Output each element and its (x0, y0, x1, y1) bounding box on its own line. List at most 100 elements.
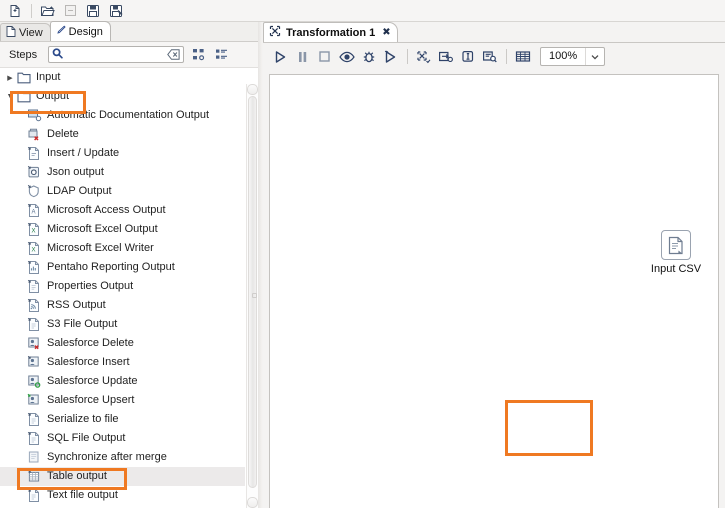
tree-item-salesforce-insert[interactable]: Salesforce Insert (0, 353, 245, 372)
chevron-down-icon[interactable]: ▼ (4, 93, 16, 100)
scroll-up-button[interactable] (247, 84, 258, 95)
tab-transformation-1[interactable]: Transformation 1 ✖ (263, 22, 398, 42)
tree-item-text-file-output[interactable]: Text file output (0, 486, 245, 505)
open-folder-icon (40, 6, 55, 16)
application-window: View Design Steps ▶ Input ▼ Output Autom… (0, 0, 725, 508)
search-box[interactable] (48, 46, 184, 63)
tree-item-rss-output[interactable]: RSS Output (0, 296, 245, 315)
tree-item-automatic-documentation-output[interactable]: Automatic Documentation Output (0, 106, 245, 125)
show-grid-icon (515, 51, 530, 62)
view-design-tabs: View Design (0, 21, 259, 42)
tree-item-serialize-to-file[interactable]: Serialize to file (0, 410, 245, 429)
insert-update-icon (26, 146, 42, 161)
ldap-output-icon (27, 184, 39, 198)
input-csv-node-label: Input CSV (650, 263, 702, 275)
toolbar-separator-2 (407, 49, 408, 64)
tree-item-delete[interactable]: Delete (0, 125, 245, 144)
tree-item-s3-file-output[interactable]: S3 File Output (0, 315, 245, 334)
transformation-icon (269, 25, 281, 40)
transformation-canvas[interactable]: Input CSV Table output (269, 74, 719, 508)
transformation-tabs: Transformation 1 ✖ (263, 22, 725, 43)
zoom-control[interactable]: 100% (540, 47, 606, 66)
pause-button[interactable] (292, 47, 313, 67)
tree-item-label: S3 File Output (47, 318, 118, 330)
impact-analysis-button[interactable] (435, 47, 456, 67)
show-last-results-button[interactable] (479, 47, 500, 67)
tree-item-label: Salesforce Update (47, 375, 138, 387)
tree-item-microsoft-excel-writer[interactable]: X Microsoft Excel Writer (0, 239, 245, 258)
tree-item-json-output[interactable]: Json output (0, 163, 245, 182)
explore-repository-button[interactable] (59, 1, 81, 21)
tree-item-salesforce-upsert[interactable]: Salesforce Upsert (0, 391, 245, 410)
sql-file-output-icon (26, 431, 42, 446)
tree-item-label: Salesforce Insert (47, 356, 130, 368)
tree-item-label: Salesforce Delete (47, 337, 134, 349)
panel-splitter[interactable] (258, 22, 262, 508)
tree-item-label: Automatic Documentation Output (47, 109, 210, 121)
tree-item-microsoft-excel-output[interactable]: X Microsoft Excel Output (0, 220, 245, 239)
salesforce-update-icon (27, 375, 40, 388)
clear-field-icon[interactable] (167, 49, 180, 60)
close-icon[interactable]: ✖ (382, 27, 390, 38)
tree-item-synchronize-after-merge[interactable]: Synchronize after merge (0, 448, 245, 467)
steps-tree[interactable]: ▶ Input ▼ Output Automatic Documentation Out… (0, 68, 245, 508)
verify-button[interactable] (413, 47, 434, 67)
tab-view[interactable]: View (0, 23, 51, 41)
tree-item-input[interactable]: ▶ Input (0, 68, 245, 87)
debug-button[interactable] (358, 47, 379, 67)
input-csv-node-box (661, 230, 691, 260)
rss-output-icon (26, 298, 42, 313)
input-csv-node[interactable]: Input CSV (633, 230, 718, 275)
tree-item-ldap-output[interactable]: LDAP Output (0, 182, 245, 201)
chevron-right-icon[interactable]: ▶ (4, 74, 16, 82)
open-file-button[interactable] (36, 1, 58, 21)
svg-text:X: X (31, 229, 35, 235)
steps-label: Steps (9, 48, 38, 61)
tree-item-salesforce-delete[interactable]: Salesforce Delete (0, 334, 245, 353)
text-file-output-icon (26, 488, 42, 503)
tab-design[interactable]: Design (49, 21, 111, 41)
s3-file-output-icon (27, 317, 39, 331)
new-file-button[interactable] (4, 1, 26, 21)
access-output-icon: A (27, 203, 39, 217)
new-file-icon (10, 4, 20, 17)
tree-item-table-output[interactable]: Table output (0, 467, 245, 486)
table-output-icon (27, 469, 39, 482)
delete-step-icon (28, 128, 39, 141)
tree-item-label: Table output (47, 470, 107, 482)
preview-button[interactable] (336, 47, 357, 67)
search-input[interactable] (65, 46, 165, 63)
collapse-all-button[interactable] (212, 46, 230, 64)
tree-item-insert-update[interactable]: Insert / Update (0, 144, 245, 163)
ldap-output-icon (26, 184, 42, 199)
tree-item-pentaho-reporting-output[interactable]: Pentaho Reporting Output (0, 258, 245, 277)
tree-item-label: Serialize to file (47, 413, 119, 425)
tree-item-microsoft-access-output[interactable]: A Microsoft Access Output (0, 201, 245, 220)
tree-item-properties-output[interactable]: Properties Output (0, 277, 245, 296)
save-button[interactable] (82, 1, 104, 21)
expand-all-button[interactable] (189, 46, 207, 64)
generate-sql-button[interactable] (457, 47, 478, 67)
folder-icon (16, 72, 31, 84)
debug-bug-icon (363, 51, 374, 62)
properties-output-icon (27, 279, 39, 293)
run-button[interactable] (270, 47, 291, 67)
tree-item-label: Output (36, 90, 70, 102)
document-icon (6, 25, 16, 40)
stop-button[interactable] (314, 47, 335, 67)
replay-button[interactable] (380, 47, 401, 67)
steps-tree-scrollbar[interactable] (246, 84, 258, 508)
tree-item-output[interactable]: ▼ Output (0, 87, 245, 106)
tree-item-sql-file-output[interactable]: SQL File Output (0, 429, 245, 448)
scroll-thumb[interactable] (248, 96, 257, 488)
chevron-down-icon[interactable] (585, 48, 604, 65)
run-play-icon (275, 50, 286, 63)
save-as-button[interactable] (105, 1, 127, 21)
show-grid-button[interactable] (512, 47, 533, 67)
collapse-tree-icon (215, 49, 227, 59)
svg-text:X: X (31, 248, 35, 254)
tree-item-salesforce-update[interactable]: Salesforce Update (0, 372, 245, 391)
tree-item-label: Delete (47, 128, 79, 140)
tab-view-label: View (19, 26, 43, 39)
scroll-down-button[interactable] (247, 497, 258, 508)
